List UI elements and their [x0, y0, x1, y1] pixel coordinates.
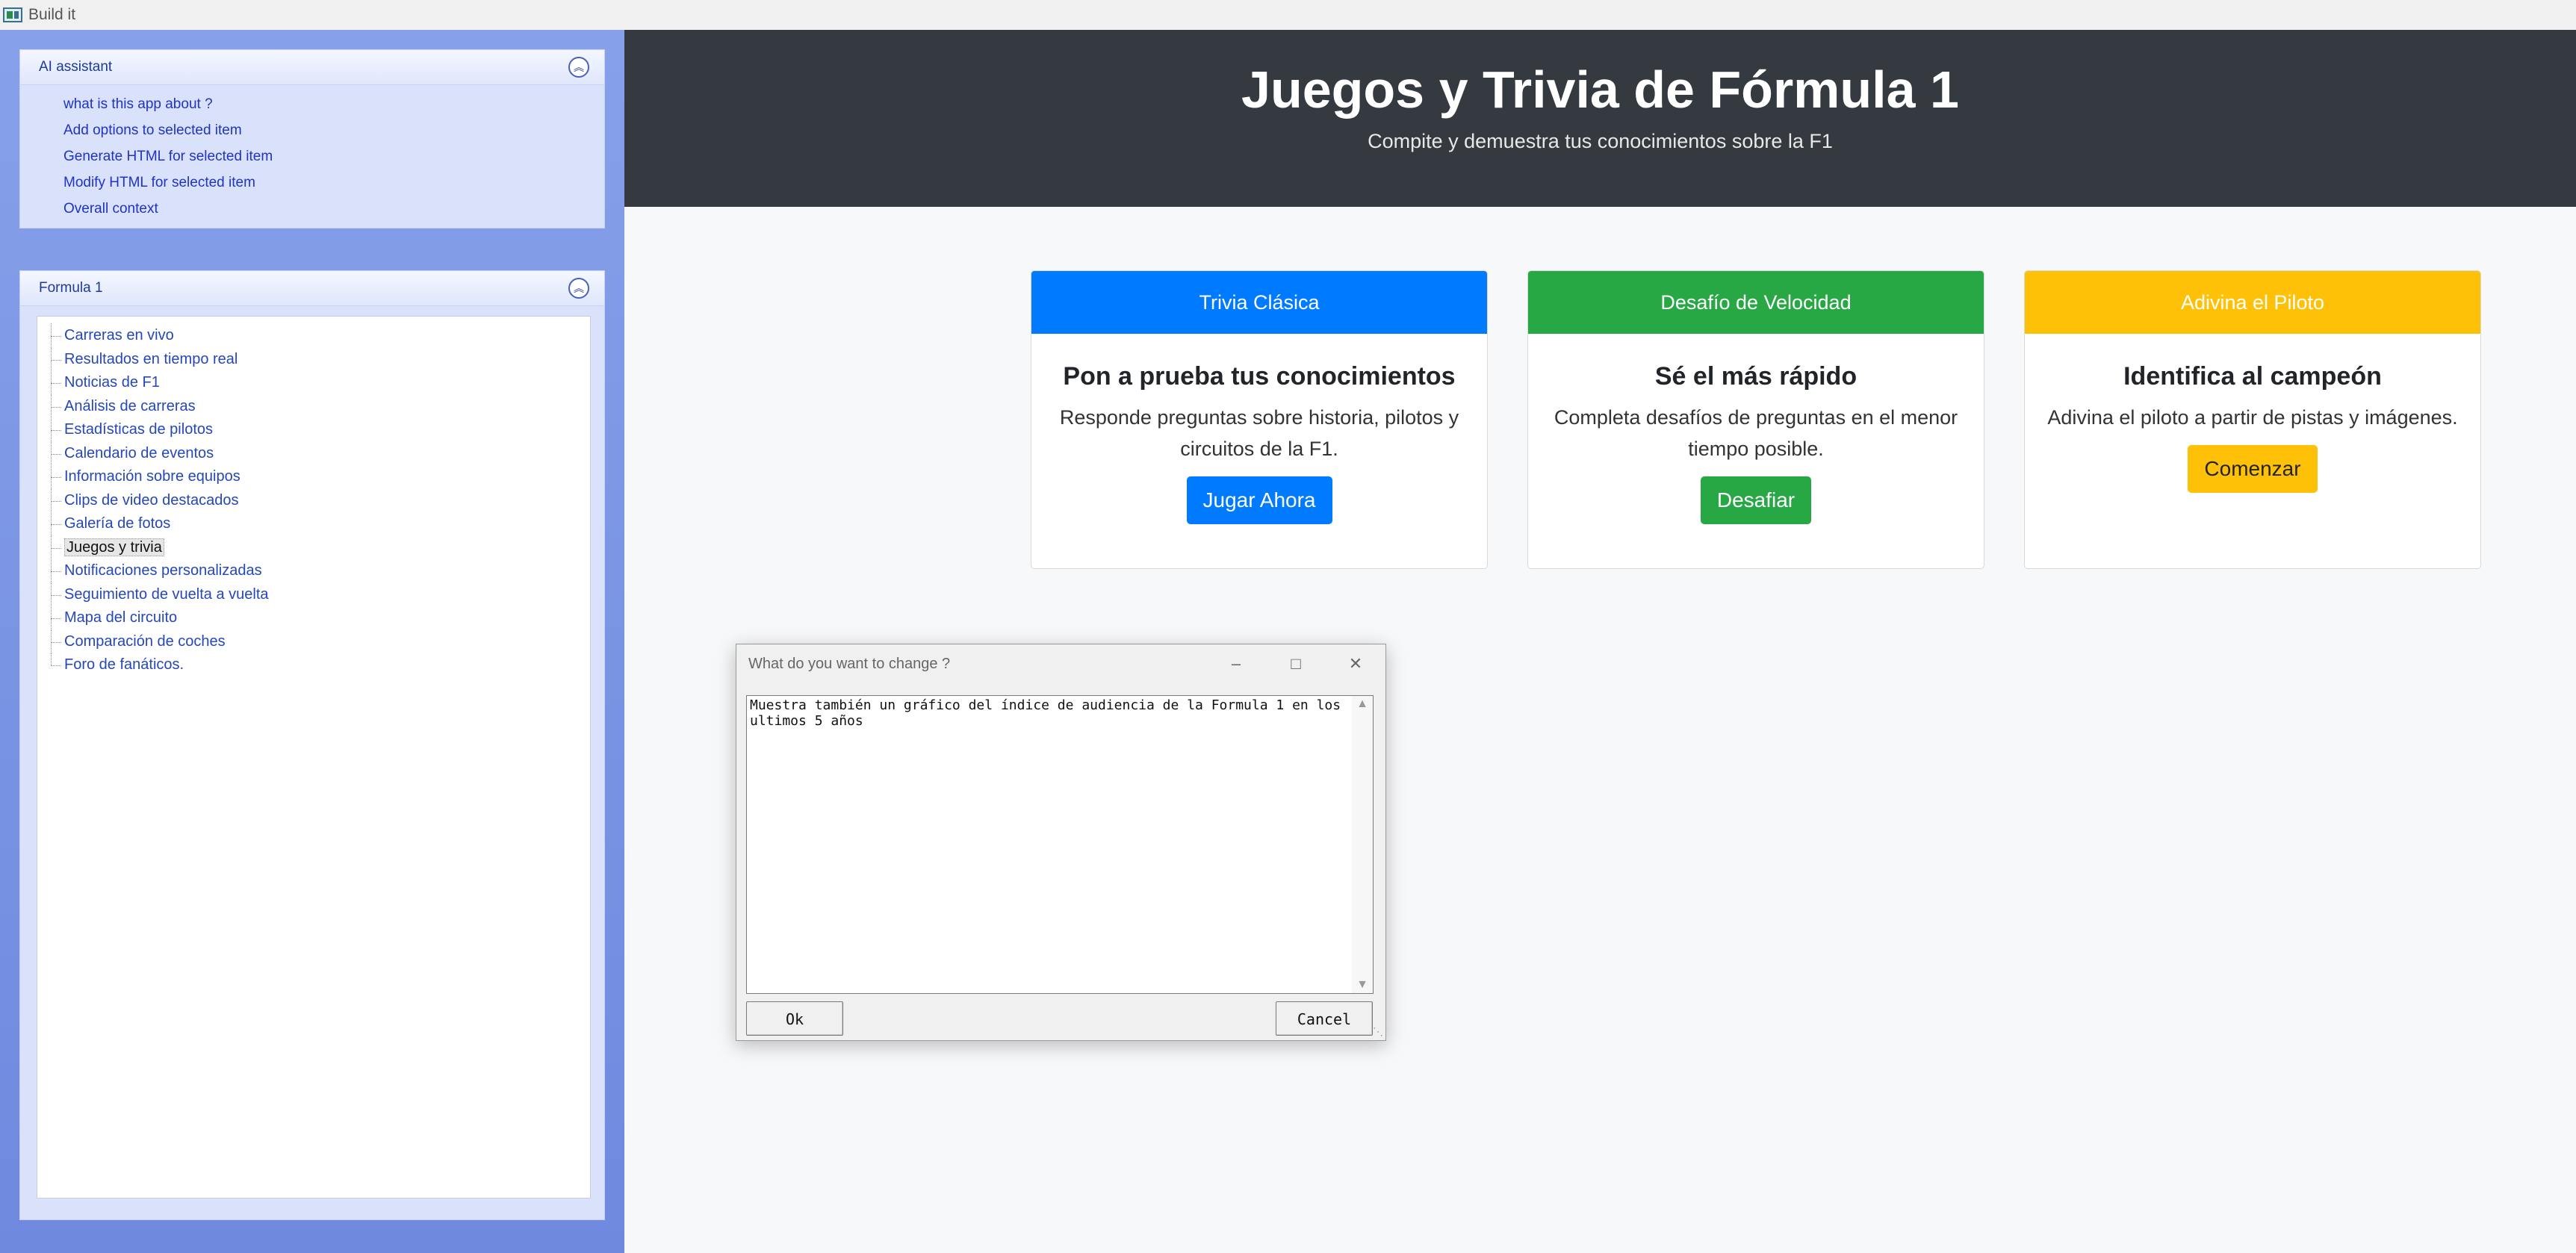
tree-item-label: Calendario de eventos: [64, 444, 214, 461]
tree-item-label: Carreras en vivo: [64, 327, 174, 343]
tree-item[interactable]: Seguimiento de vuelta a vuelta: [45, 582, 590, 607]
scroll-down-icon[interactable]: ▼: [1352, 978, 1373, 992]
ai-assistant-header[interactable]: AI assistant ︽: [20, 50, 604, 85]
challenge-button[interactable]: Desafiar: [1700, 476, 1812, 524]
card-text: Responde preguntas sobre historia, pilot…: [1059, 406, 1459, 460]
tree-item-label: Mapa del circuito: [64, 609, 178, 626]
change-request-input[interactable]: Muestra también un gráfico del índice de…: [746, 695, 1374, 994]
tree-item-label: Análisis de carreras: [64, 397, 196, 414]
tree-item[interactable]: Resultados en tiempo real: [45, 346, 590, 372]
scrollbar[interactable]: ▲ ▼: [1352, 696, 1373, 993]
card-title: Identifica al campeón: [2123, 362, 2382, 391]
card-trivia: Trivia Clásica Pon a prueba tus conocimi…: [1031, 270, 1488, 569]
change-request-text[interactable]: Muestra también un gráfico del índice de…: [747, 696, 1350, 730]
ok-button[interactable]: Ok: [746, 1001, 843, 1036]
card-header: Desafío de Velocidad: [1528, 271, 1984, 334]
tree-item-label: Seguimiento de vuelta a vuelta: [64, 585, 269, 603]
tree-item-label: Noticias de F1: [64, 374, 160, 391]
card-text: Adivina el piloto a partir de pistas y i…: [2047, 406, 2458, 429]
card-header: Adivina el Piloto: [2025, 271, 2480, 334]
resize-grip-icon[interactable]: ⋱: [1373, 1025, 1383, 1038]
tree-item-label: Resultados en tiempo real: [64, 350, 238, 367]
tree-item[interactable]: Información sobre equipos: [45, 464, 590, 489]
tree-item[interactable]: Juegos y trivia: [45, 535, 590, 560]
tree-item[interactable]: Estadísticas de pilotos: [45, 417, 590, 442]
card-text: Completa desafíos de preguntas en el men…: [1554, 406, 1958, 460]
maximize-icon[interactable]: □: [1266, 644, 1326, 683]
main-content: Juegos y Trivia de Fórmula 1 Compite y d…: [624, 30, 2576, 1253]
change-dialog: What do you want to change ? – □ ✕ Muest…: [736, 644, 1386, 1041]
card-title: Pon a prueba tus conocimientos: [1063, 362, 1456, 391]
card-title: Sé el más rápido: [1654, 362, 1857, 391]
formula-header[interactable]: Formula 1 ︽: [20, 271, 604, 306]
tree-list: Carreras en vivo Resultados en tiempo rea…: [37, 317, 590, 677]
collapse-icon[interactable]: ︽: [568, 57, 589, 78]
tree-view[interactable]: Carreras en vivo Resultados en tiempo rea…: [37, 316, 591, 1198]
tree-item[interactable]: Carreras en vivo: [45, 323, 590, 348]
tree-item-label: Estadísticas de pilotos: [64, 421, 213, 438]
tree-item-label: Foro de fanáticos.: [64, 656, 184, 673]
dialog-title: What do you want to change ?: [748, 655, 951, 672]
minimize-icon[interactable]: –: [1206, 644, 1266, 683]
ai-assistant-item[interactable]: what is this app about ?: [63, 91, 604, 117]
card-speed: Desafío de Velocidad Sé el más rápido Co…: [1527, 270, 1984, 569]
tree-item-label: Comparación de coches: [64, 632, 226, 650]
tree-item[interactable]: Análisis de carreras: [45, 394, 590, 419]
tree-item-label: Información sobre equipos: [64, 468, 240, 485]
cancel-button[interactable]: Cancel: [1276, 1001, 1373, 1036]
ai-assistant-item[interactable]: Add options to selected item: [63, 117, 604, 143]
tree-item-label: Galería de fotos: [64, 515, 171, 532]
app-icon: [3, 7, 22, 22]
tree-item[interactable]: Noticias de F1: [45, 370, 590, 395]
formula-title: Formula 1: [39, 280, 103, 296]
left-panel: AI assistant ︽ what is this app about ? A…: [0, 30, 624, 1253]
ai-assistant-list: what is this app about ? Add options to s…: [20, 85, 604, 222]
page-subtitle: Compite y demuestra tus conocimientos so…: [1368, 130, 1833, 152]
ai-assistant-item[interactable]: Generate HTML for selected item: [63, 143, 604, 170]
scroll-up-icon[interactable]: ▲: [1352, 697, 1373, 711]
dialog-titlebar[interactable]: What do you want to change ? – □ ✕: [736, 644, 1385, 683]
tree-item-label: Juegos y trivia: [64, 538, 164, 556]
tree-item[interactable]: Calendario de eventos: [45, 441, 590, 466]
ai-assistant-title: AI assistant: [39, 59, 113, 75]
tree-item[interactable]: Notificaciones personalizadas: [45, 559, 590, 583]
ai-assistant-item[interactable]: Modify HTML for selected item: [63, 170, 604, 196]
page-title: Juegos y Trivia de Fórmula 1: [1241, 60, 1959, 119]
tree-item[interactable]: Comparación de coches: [45, 629, 590, 654]
window-title: Build it: [28, 6, 76, 23]
collapse-icon[interactable]: ︽: [568, 278, 589, 299]
close-icon[interactable]: ✕: [1326, 644, 1385, 683]
formula-panel: Formula 1 ︽ Carreras en vivo Resultados e…: [19, 270, 605, 1220]
card-driver: Adivina el Piloto Identifica al campeón …: [2024, 270, 2481, 569]
play-now-button[interactable]: Jugar Ahora: [1186, 476, 1332, 524]
tree-item[interactable]: Foro de fanáticos.: [45, 653, 590, 677]
ai-assistant-panel: AI assistant ︽ what is this app about ? A…: [19, 49, 605, 228]
hero-banner: Juegos y Trivia de Fórmula 1 Compite y d…: [624, 30, 2576, 207]
tree-item-label: Notificaciones personalizadas: [64, 562, 262, 579]
tree-item[interactable]: Mapa del circuito: [45, 606, 590, 630]
tree-item[interactable]: Galería de fotos: [45, 512, 590, 536]
card-header: Trivia Clásica: [1031, 271, 1487, 334]
tree-item[interactable]: Clips de video destacados: [45, 488, 590, 513]
start-button[interactable]: Comenzar: [2188, 445, 2318, 493]
ai-assistant-item[interactable]: Overall context: [63, 196, 604, 222]
window-titlebar: Build it: [0, 0, 2576, 31]
tree-item-label: Clips de video destacados: [64, 491, 239, 509]
